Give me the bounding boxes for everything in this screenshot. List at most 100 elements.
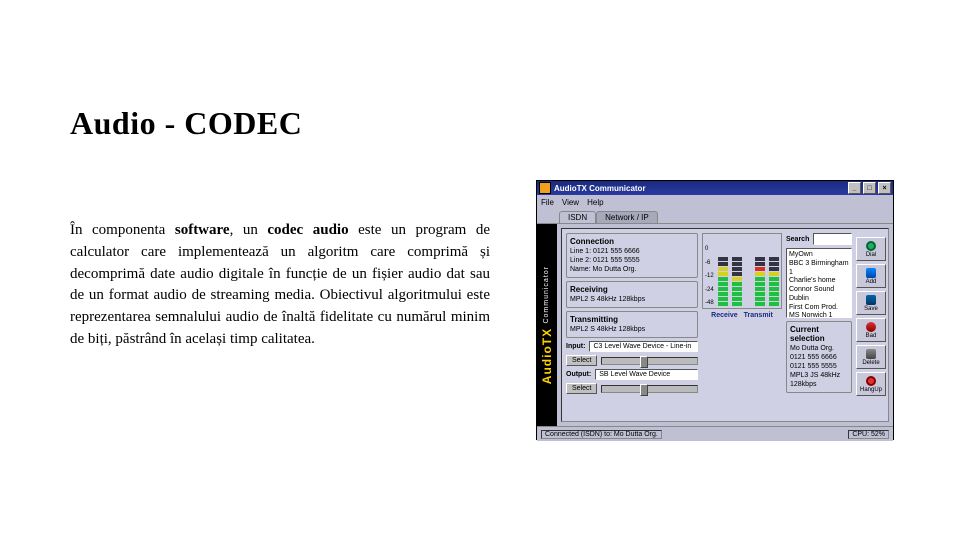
body-paragraph: În componenta software, un codec audio e…	[70, 220, 490, 351]
list-item[interactable]: BBC 3 Birmingham 1	[789, 260, 849, 278]
current-l2: 0121 555 6666	[790, 353, 848, 362]
add-button[interactable]: Add	[856, 264, 886, 288]
current-l4: MPL3 JS 48kHz 128kbps	[790, 371, 848, 389]
titlebar: AudioTX Communicator _ □ ×	[537, 181, 893, 195]
transmitting-line: MPL2 S 48kHz 128kbps	[570, 325, 694, 334]
level-meters: 0 -6 -12 -24 -48	[702, 233, 782, 309]
output-row: Output: SB Level Wave Device	[566, 369, 698, 380]
dial-label: Dial	[866, 252, 876, 258]
current-selection-group: Current selection Mo Dutta Org. 0121 555…	[786, 321, 852, 393]
client-area: AudioTX Communicator Connection Line 1: …	[537, 223, 893, 426]
bad-button[interactable]: Bad	[856, 318, 886, 342]
bad-icon	[866, 322, 876, 332]
scale-0: 0	[705, 246, 714, 252]
connection-group: Connection Line 1: 0121 555 6666 Line 2:…	[566, 233, 698, 278]
dial-button[interactable]: Dial	[856, 237, 886, 261]
meter-rx-l	[718, 257, 728, 306]
list-item[interactable]: First Com Prod.	[789, 304, 849, 313]
para-b1: software	[175, 222, 230, 238]
minimize-button[interactable]: _	[848, 182, 861, 194]
statusbar: Connected (ISDN) to: Mo Dutta Org. CPU: …	[537, 426, 893, 441]
output-select-button[interactable]: Select	[566, 383, 597, 394]
input-device[interactable]: C3 Level Wave Device - Line-in	[589, 341, 698, 352]
para-mid1: , un	[230, 222, 268, 238]
transmitting-group: Transmitting MPL2 S 48kHz 128kbps	[566, 311, 698, 338]
add-label: Add	[866, 279, 877, 285]
current-l3: 0121 555 5555	[790, 362, 848, 371]
titlebar-text: AudioTX Communicator	[554, 184, 646, 193]
hangup-icon	[866, 376, 876, 386]
menubar: File View Help	[537, 195, 893, 209]
current-title: Current selection	[790, 325, 848, 343]
transmitting-title: Transmitting	[570, 315, 694, 324]
input-select-button[interactable]: Select	[566, 355, 597, 366]
brand-band: AudioTX Communicator	[537, 224, 557, 426]
scale-48: -48	[705, 300, 714, 306]
para-pre: În componenta	[70, 222, 175, 238]
receiving-title: Receiving	[570, 285, 694, 294]
directory-list[interactable]: MyOwn BBC 3 Birmingham 1 Charlie's home …	[786, 248, 852, 318]
connection-line2: Line 2: 0121 555 5555	[570, 256, 694, 265]
input-row: Input: C3 Level Wave Device - Line-in	[566, 341, 698, 352]
meter-rx-r	[732, 257, 742, 306]
save-icon	[866, 295, 876, 305]
current-l1: Mo Dutta Org.	[790, 344, 848, 353]
status-right: CPU: 52%	[848, 430, 889, 439]
menu-view[interactable]: View	[562, 198, 579, 207]
side-buttons: Dial Add Save Bad Delete HangUp	[856, 237, 886, 396]
input-label: Input:	[566, 343, 585, 350]
dial-icon	[866, 241, 876, 251]
tabstrip: ISDN Network / IP	[537, 209, 893, 223]
right-column: Search MyOwn BBC 3 Birmingham 1 Charlie'…	[786, 233, 884, 417]
main-panel: Connection Line 1: 0121 555 6666 Line 2:…	[561, 228, 889, 422]
maximize-button[interactable]: □	[863, 182, 876, 194]
meter-label-rx: Receive	[711, 312, 737, 319]
output-device[interactable]: SB Level Wave Device	[595, 369, 698, 380]
input-slider[interactable]	[601, 357, 698, 365]
connection-name: Name: Mo Dutta Org.	[570, 265, 694, 274]
para-b2: codec audio	[267, 222, 348, 238]
para-post: este un program de calculator care imple…	[70, 222, 490, 347]
search-input[interactable]	[813, 233, 852, 245]
list-item[interactable]: MS Norwich 1	[789, 312, 849, 318]
save-button[interactable]: Save	[856, 291, 886, 315]
connection-line1: Line 1: 0121 555 6666	[570, 247, 694, 256]
list-item[interactable]: MyOwn	[789, 251, 849, 260]
meter-label-tx: Transmit	[744, 312, 773, 319]
output-slider[interactable]	[601, 385, 698, 393]
brand-sub: Communicator	[543, 266, 550, 324]
tab-network[interactable]: Network / IP	[596, 211, 658, 223]
hangup-label: HangUp	[860, 387, 882, 393]
slide-title: Audio - CODEC	[70, 105, 302, 142]
slide: Audio - CODEC În componenta software, un…	[0, 0, 960, 540]
list-item[interactable]: Charlie's home	[789, 277, 849, 286]
receiving-group: Receiving MPL2 S 48kHz 128kbps	[566, 281, 698, 308]
delete-label: Delete	[862, 360, 879, 366]
meter-tx-r	[769, 257, 779, 306]
hangup-button[interactable]: HangUp	[856, 372, 886, 396]
meter-labels: Receive Transmit	[702, 312, 782, 319]
input-slider-row: Select	[566, 355, 698, 366]
tab-isdn[interactable]: ISDN	[559, 211, 596, 223]
brand-main: AudioTX	[540, 328, 554, 384]
app-window: AudioTX Communicator _ □ × File View Hel…	[536, 180, 894, 440]
delete-icon	[866, 349, 876, 359]
menu-help[interactable]: Help	[587, 198, 603, 207]
add-icon	[866, 268, 876, 278]
output-label: Output:	[566, 371, 591, 378]
list-item[interactable]: Connor Sound Dublin	[789, 286, 849, 304]
connection-title: Connection	[570, 237, 694, 246]
delete-button[interactable]: Delete	[856, 345, 886, 369]
meter-scale: 0 -6 -12 -24 -48	[705, 246, 714, 306]
save-label: Save	[864, 306, 878, 312]
menu-file[interactable]: File	[541, 198, 554, 207]
close-button[interactable]: ×	[878, 182, 891, 194]
status-left: Connected (ISDN) to: Mo Dutta Org.	[541, 430, 662, 439]
scale-12: -12	[705, 273, 714, 279]
search-label: Search	[786, 236, 809, 243]
scale-6: -6	[705, 260, 714, 266]
output-slider-row: Select	[566, 383, 698, 394]
app-icon	[539, 182, 551, 194]
left-column: Connection Line 1: 0121 555 6666 Line 2:…	[566, 233, 698, 417]
scale-24: -24	[705, 287, 714, 293]
